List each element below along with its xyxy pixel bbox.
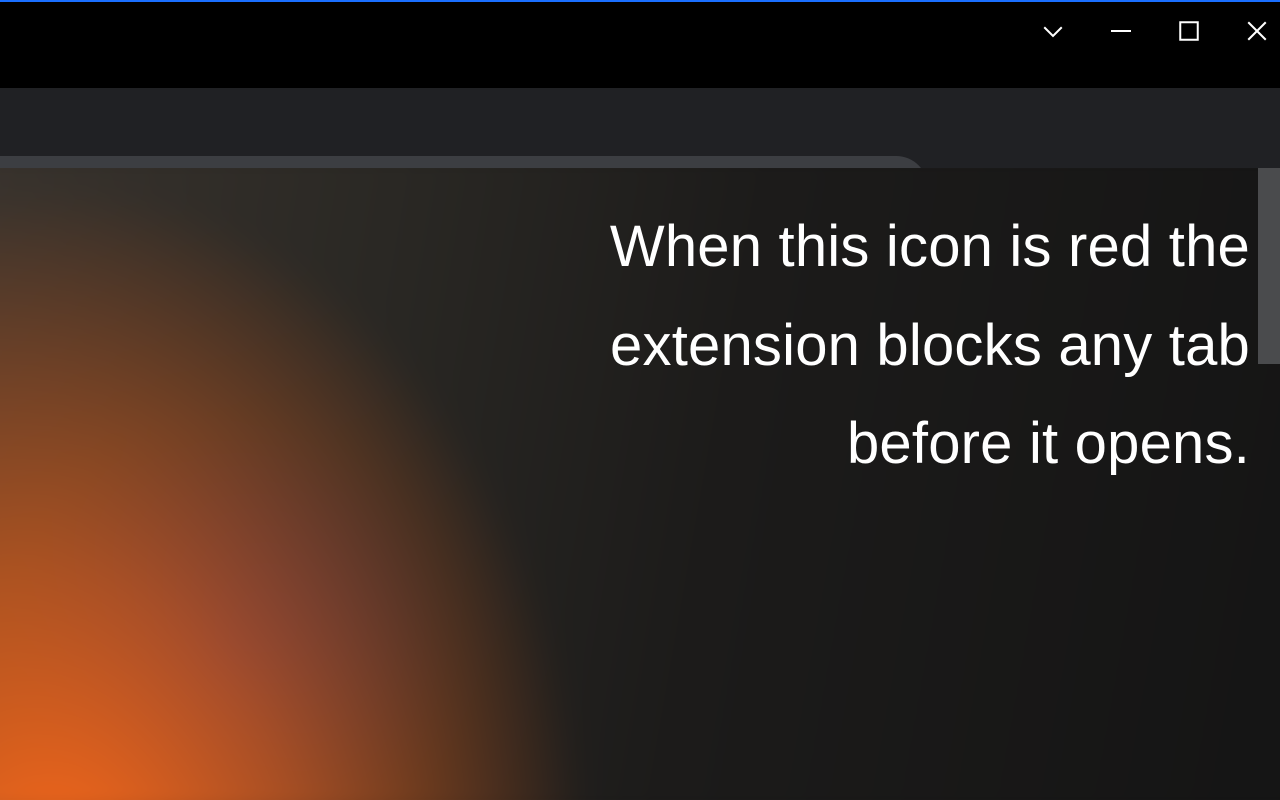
minimize-button[interactable] (1106, 16, 1136, 46)
page-content: When this icon is red the extension bloc… (0, 168, 1280, 800)
maximize-button[interactable] (1174, 16, 1204, 46)
browser-toolbar (0, 60, 1280, 168)
close-button[interactable] (1242, 16, 1272, 46)
tabs-search-button[interactable] (1038, 16, 1068, 46)
callout-text: When this icon is red the extension bloc… (430, 198, 1250, 494)
scrollbar-thumb[interactable] (1258, 168, 1280, 364)
window-titlebar (0, 0, 1280, 60)
